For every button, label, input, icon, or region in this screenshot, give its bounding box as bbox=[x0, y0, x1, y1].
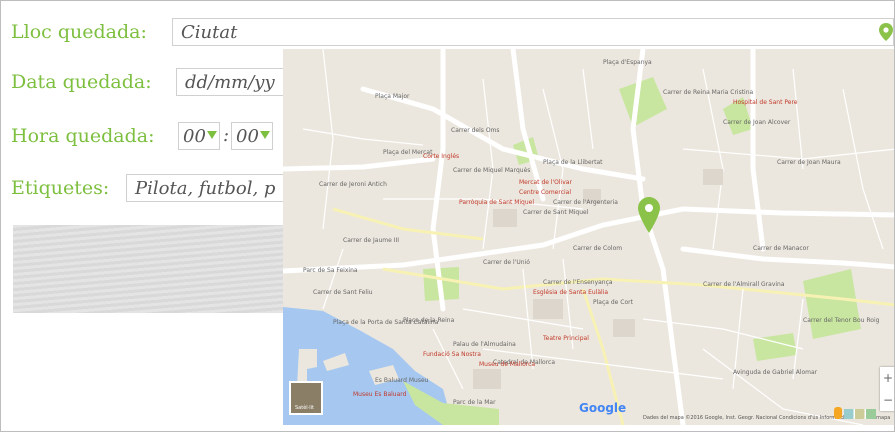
street-label: Carrer de Reina Maria Cristina bbox=[663, 89, 754, 96]
zoom-in-button[interactable]: + bbox=[880, 367, 894, 389]
zoom-out-button[interactable]: − bbox=[880, 389, 894, 411]
satellite-toggle-label: Satèl·lit bbox=[295, 405, 314, 411]
poi-label: Museu de Mallorca bbox=[479, 361, 536, 368]
poi-label: Fundació Sa Nostra bbox=[423, 351, 481, 358]
satellite-toggle[interactable]: Satèl·lit bbox=[289, 381, 323, 415]
map-type-icons[interactable] bbox=[844, 409, 876, 419]
street-label: Palau de l'Almudaina bbox=[453, 341, 516, 348]
street-label: Carrer de Jaume III bbox=[343, 237, 400, 244]
street-label: Carrer de Miquel Marquès bbox=[453, 167, 531, 174]
street-label: Carrer de l'Argenteria bbox=[553, 199, 618, 206]
street-label: Plaça Major bbox=[375, 93, 410, 100]
tags-value: Pilota, futbol, p bbox=[135, 178, 276, 199]
poi-label: Museu Es Baluard bbox=[353, 391, 407, 398]
poi-label: Mercat de l'Olivar bbox=[519, 179, 572, 186]
poi-label: Hospital de Sant Pere bbox=[733, 99, 798, 106]
street-label: Carrer de Sant Miquel bbox=[523, 209, 589, 216]
street-label: Carrer de l'Unió bbox=[483, 259, 530, 266]
street-label: Plaça de la Porta de Santa Catalina bbox=[333, 319, 439, 326]
street-label: Carrer de l'Ensenyança bbox=[543, 279, 613, 286]
map-view[interactable]: Plaça Major Carrer dels Oms Carrer de Sa… bbox=[283, 49, 894, 425]
street-label: Carrer de l'Almirall Gravina bbox=[703, 281, 785, 288]
street-label: Parc de Sa Feixina bbox=[303, 267, 358, 274]
street-label: Parc de la Mar bbox=[453, 399, 496, 406]
hour-select[interactable]: 00 bbox=[178, 122, 220, 150]
pegman-icon[interactable] bbox=[834, 407, 842, 419]
poi-label: Centre Comercial bbox=[519, 189, 572, 196]
date-label: Data quedada: bbox=[11, 71, 152, 93]
tags-label: Etiquetes: bbox=[11, 177, 110, 199]
poi-label: Corte Inglés bbox=[423, 153, 460, 160]
street-label: Es Baluard Museu bbox=[375, 377, 429, 384]
place-label: Lloc quedada: bbox=[11, 21, 147, 43]
decorative-stripe-panel bbox=[13, 225, 285, 313]
poi-label: Església de Santa Eulàlia bbox=[533, 289, 609, 296]
time-label: Hora quedada: bbox=[11, 125, 155, 147]
street-label: Carrer de Joan Alcover bbox=[723, 119, 791, 126]
street-label: Plaça d'Espanya bbox=[603, 59, 652, 66]
chevron-down-icon bbox=[207, 131, 217, 139]
chevron-down-icon bbox=[260, 131, 270, 139]
street-label: Carrer de Jeroni Antich bbox=[319, 181, 387, 188]
hour-value: 00 bbox=[183, 126, 206, 147]
street-label: Carrer del Tenor Bou Roig bbox=[803, 317, 880, 324]
minute-value: 00 bbox=[236, 126, 259, 147]
map-marker-icon[interactable] bbox=[879, 23, 893, 41]
google-logo: Google bbox=[579, 401, 627, 415]
time-separator: : bbox=[223, 125, 230, 146]
app-frame: Lloc quedada: Ciutat Data quedada: dd/mm… bbox=[0, 0, 895, 432]
place-input[interactable]: Ciutat bbox=[172, 18, 894, 46]
street-label: Carrer de Manacor bbox=[753, 245, 809, 252]
place-value: Ciutat bbox=[181, 22, 238, 43]
street-label: Plaça de la Llibertat bbox=[543, 159, 603, 166]
poi-label: Teatre Principal bbox=[543, 335, 589, 342]
street-label: Avinguda de Gabriel Alomar bbox=[733, 369, 818, 376]
street-label: Plaça de Cort bbox=[593, 299, 633, 306]
zoom-control[interactable]: + − bbox=[880, 367, 894, 411]
poi-label: Parròquia de Sant Miquel bbox=[459, 199, 535, 206]
street-label: Carrer de Colom bbox=[573, 245, 623, 252]
street-label: Carrer de Joan Maura bbox=[777, 159, 841, 166]
date-placeholder: dd/mm/yy bbox=[185, 72, 275, 93]
street-label: Carrer de Sant Feliu bbox=[313, 289, 373, 296]
street-label: Carrer dels Oms bbox=[451, 127, 500, 134]
minute-select[interactable]: 00 bbox=[231, 122, 273, 150]
